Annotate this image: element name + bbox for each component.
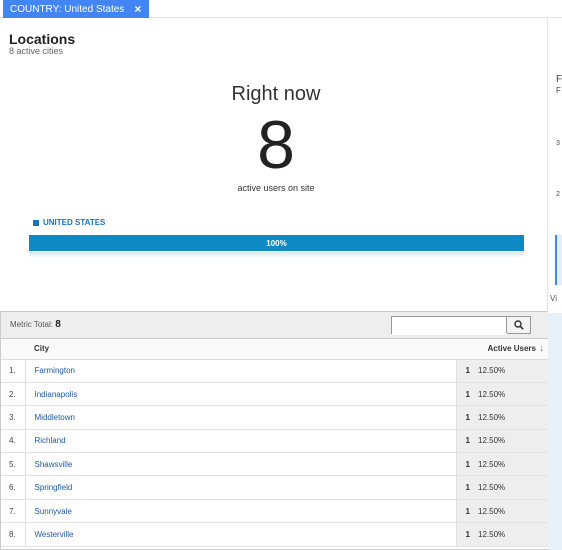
search-button[interactable] — [506, 317, 530, 333]
search-input[interactable] — [392, 319, 507, 335]
active-users-value: 1 — [455, 499, 476, 524]
right-panel-text: Vi — [550, 294, 557, 303]
active-users-value: 1 — [455, 382, 476, 407]
active-users-value: 1 — [455, 359, 476, 383]
row-index: 4. — [1, 429, 26, 454]
city-link[interactable]: Shawsville — [25, 452, 456, 477]
row-index: 3. — [1, 405, 26, 430]
active-users-percent: 12.50% — [476, 475, 548, 500]
country-legend: UNITED STATES — [33, 218, 105, 227]
country-filter-chip[interactable]: COUNTRY: United States × — [3, 0, 150, 18]
active-users-description: active users on site — [237, 183, 315, 193]
active-users-count: 8 — [257, 107, 295, 183]
city-link[interactable]: Westerville — [25, 522, 456, 547]
metric-total-label: Metric Total: — [10, 320, 53, 329]
page-title: Locations — [9, 31, 76, 47]
row-index: 7. — [1, 499, 26, 524]
city-link[interactable]: Farmington — [25, 359, 456, 383]
city-link[interactable]: Sunnyvale — [25, 499, 456, 524]
table-row: 2. Indianapolis 1 12.50% — [1, 382, 548, 407]
metric-total-value: 8 — [55, 319, 61, 330]
right-now-label: Right now — [231, 83, 321, 105]
active-users-value: 1 — [455, 405, 476, 430]
cities-table: Metric Total: 8 City Active Users ↓ 1. Fa — [0, 311, 548, 550]
row-index: 8. — [1, 522, 26, 547]
row-index: 5. — [1, 452, 26, 477]
active-users-percent: 12.50% — [476, 499, 548, 524]
row-index: 2. — [1, 382, 26, 407]
close-icon[interactable]: × — [134, 2, 141, 16]
active-users-percent: 12.50% — [476, 359, 548, 383]
right-panel-text: 2 — [556, 191, 560, 198]
country-bar-percent: 100% — [266, 238, 287, 248]
active-users-column-header[interactable]: Active Users ↓ — [456, 339, 548, 360]
city-link[interactable]: Springfield — [25, 475, 456, 500]
table-search — [391, 316, 531, 335]
right-panel-text: F — [556, 86, 561, 95]
table-row: 1. Farmington 1 12.50% — [1, 359, 548, 383]
active-users-value: 1 — [455, 475, 476, 500]
metric-total: Metric Total: 8 — [10, 319, 61, 330]
filter-chip-label: COUNTRY: United States — [10, 3, 125, 15]
active-users-value: 1 — [455, 429, 476, 454]
metric-total-row: Metric Total: 8 — [1, 312, 548, 339]
table-row: 6. Springfield 1 12.50% — [1, 475, 548, 500]
right-panel-area — [548, 313, 562, 550]
filter-bar: COUNTRY: United States × — [0, 0, 562, 18]
cities-data-table: City Active Users ↓ 1. Farmington 1 12.50% 2.… — [1, 339, 548, 547]
index-header — [1, 339, 25, 360]
row-index: 6. — [1, 475, 26, 500]
panel-divider — [547, 18, 548, 310]
active-users-percent: 12.50% — [476, 452, 548, 477]
table-row: 5. Shawsville 1 12.50% — [1, 452, 548, 477]
active-users-value: 1 — [455, 522, 476, 547]
table-row: 7. Sunnyvale 1 12.50% — [1, 499, 548, 524]
active-users-percent: 12.50% — [476, 405, 548, 430]
search-icon — [513, 320, 524, 330]
legend-swatch-icon — [33, 219, 39, 226]
city-link[interactable]: Richland — [25, 429, 456, 454]
active-users-header-label: Active Users — [487, 344, 536, 354]
city-link[interactable]: Indianapolis — [25, 382, 456, 407]
bar-shadow — [29, 252, 524, 258]
page-subtitle: 8 active cities — [9, 46, 64, 56]
sort-down-icon: ↓ — [539, 343, 544, 355]
legend-label: UNITED STATES — [43, 218, 106, 227]
right-panel-text: 3 — [556, 140, 560, 147]
active-users-percent: 12.50% — [476, 522, 548, 547]
country-bar-fill: 100% — [29, 235, 524, 251]
table-row: 8. Westerville 1 12.50% — [1, 522, 548, 547]
active-users-percent: 12.50% — [476, 429, 548, 454]
city-column-header[interactable]: City — [25, 339, 456, 360]
active-users-value: 1 — [455, 452, 476, 477]
table-row: 4. Richland 1 12.50% — [1, 429, 548, 454]
right-panel-chart — [555, 235, 562, 285]
row-index: 1. — [1, 359, 26, 383]
city-link[interactable]: Middletown — [25, 405, 456, 430]
table-row: 3. Middletown 1 12.50% — [1, 405, 548, 430]
table-header-row: City Active Users ↓ — [1, 339, 548, 360]
right-panel-text: F — [556, 74, 562, 85]
country-bar[interactable]: 100% — [29, 235, 524, 251]
active-users-percent: 12.50% — [476, 382, 548, 407]
